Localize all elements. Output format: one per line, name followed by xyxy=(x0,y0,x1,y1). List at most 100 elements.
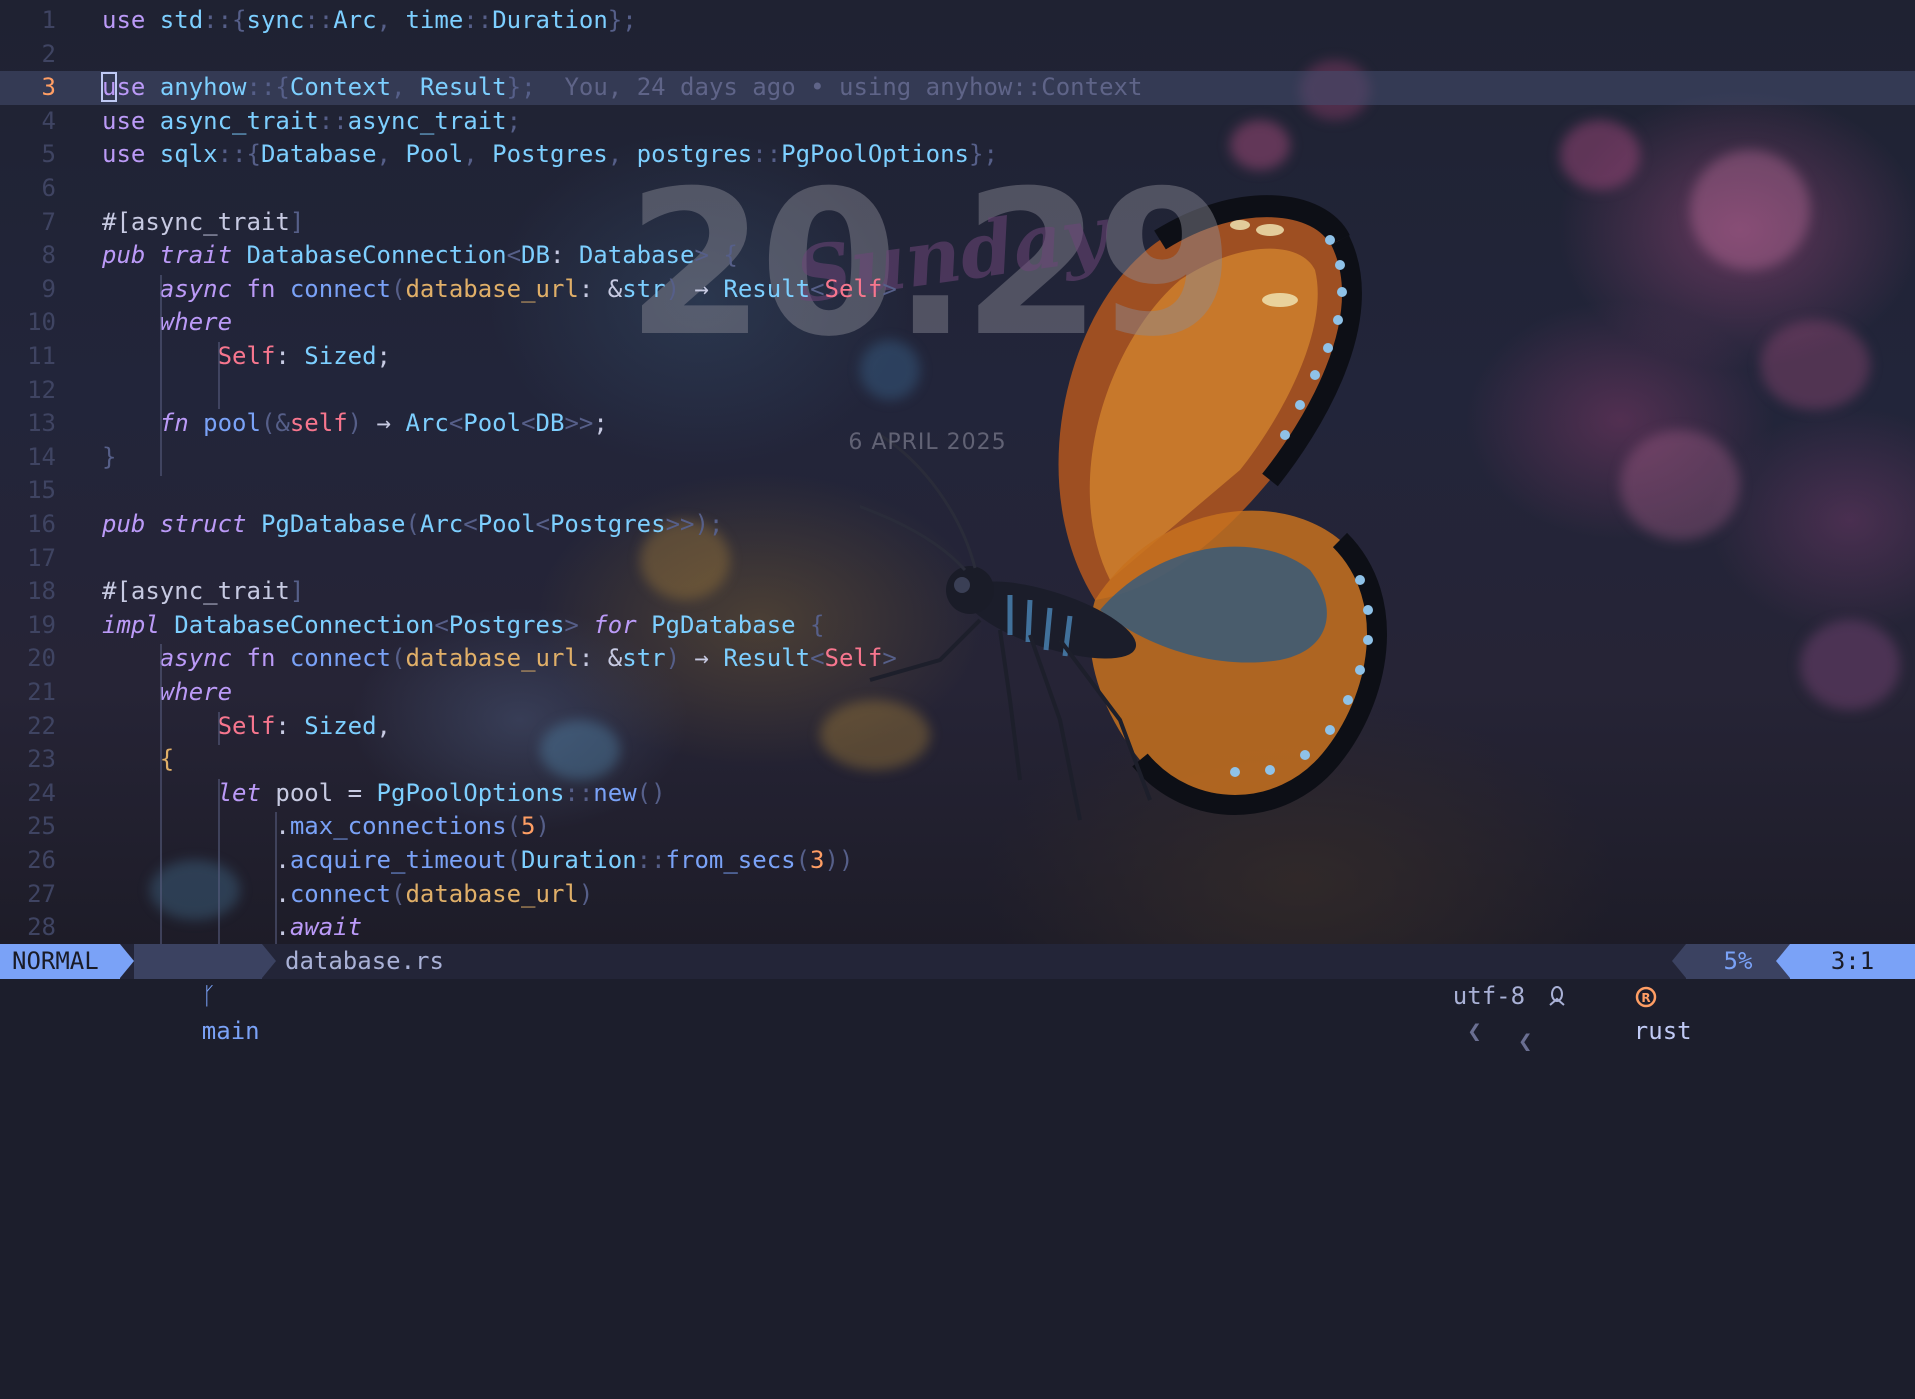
code-line[interactable]: 10 where xyxy=(0,306,1915,340)
line-number: 20 xyxy=(27,644,56,673)
line-number: 28 xyxy=(27,913,56,942)
code-line[interactable]: 26 .acquire_timeout(Duration::from_secs(… xyxy=(0,844,1915,878)
git-branch[interactable]: ᚴ main xyxy=(134,944,262,1045)
code-token: , xyxy=(376,140,406,169)
line-number: 7 xyxy=(41,207,56,236)
line-number: 13 xyxy=(27,409,56,438)
code-token: async_trait xyxy=(130,577,290,606)
code-text: let pool = PgPoolOptions::new() xyxy=(102,777,666,811)
code-text: #[async_trait] xyxy=(102,575,304,609)
code-text: Self: Sized; xyxy=(102,340,391,374)
code-token: for xyxy=(593,610,652,639)
code-line[interactable]: 27 .connect(database_url) xyxy=(0,878,1915,912)
line-number: 15 xyxy=(27,476,56,505)
code-line[interactable]: 28 .await xyxy=(0,911,1915,945)
code-token: : xyxy=(549,241,579,270)
code-token: ) xyxy=(578,879,594,908)
code-text: Self: Sized, xyxy=(102,710,391,744)
code-token: . xyxy=(102,812,290,841)
code-token: → xyxy=(694,644,724,673)
code-token: }; xyxy=(607,6,637,34)
code-text: use anyhow::{Context, Result}; You, 24 d… xyxy=(100,71,1142,105)
indent-guide xyxy=(217,342,220,410)
code-token: fn xyxy=(246,644,290,673)
code-text: #[async_trait] xyxy=(102,206,304,240)
code-token: DB xyxy=(535,409,565,438)
text-cursor: u xyxy=(100,72,118,103)
code-token: :: xyxy=(752,140,782,169)
code-line[interactable]: 22 Self: Sized, xyxy=(0,710,1915,744)
code-token: pool = xyxy=(275,778,377,807)
code-text: .max_connections(5) xyxy=(102,810,550,844)
code-line[interactable]: 12 xyxy=(0,374,1915,408)
code-token: anyhow xyxy=(159,73,247,102)
code-token: use xyxy=(102,140,160,169)
code-line[interactable]: 15 xyxy=(0,474,1915,508)
code-line[interactable]: 13 fn pool(&self) → Arc<Pool<DB>>; xyxy=(0,407,1915,441)
code-line[interactable]: 16 pub struct PgDatabase(Arc<Pool<Postgre… xyxy=(0,508,1915,542)
code-line[interactable]: 6 xyxy=(0,172,1915,206)
code-token: ] xyxy=(289,577,305,606)
code-line[interactable]: 4 use async_trait::async_trait; xyxy=(0,105,1915,139)
code-token: Pool xyxy=(405,140,464,169)
code-token: Database xyxy=(260,140,377,169)
code-token: connect xyxy=(289,644,392,673)
code-token: . xyxy=(102,913,290,942)
code-token: DatabaseConnection xyxy=(174,610,435,639)
code-token: < xyxy=(535,510,550,538)
code-line[interactable]: 24 let pool = PgPoolOptions::new() xyxy=(0,777,1915,811)
code-token: < xyxy=(463,510,478,538)
code-line[interactable]: 7 #[async_trait] xyxy=(0,206,1915,240)
code-token: < xyxy=(506,241,522,270)
code-token: PgDatabase xyxy=(651,610,796,639)
code-token: connect xyxy=(289,274,392,303)
scroll-percent: 5% xyxy=(1686,944,1790,979)
code-token: Self xyxy=(824,644,883,673)
code-line[interactable]: 3 use anyhow::{Context, Result}; You, 24 … xyxy=(0,71,1915,105)
code-line[interactable]: 25 .max_connections(5) xyxy=(0,810,1915,844)
code-token: pub xyxy=(102,241,160,270)
code-token: >> xyxy=(564,409,594,438)
code-line[interactable]: 23 { xyxy=(0,743,1915,777)
code-line[interactable]: 17 xyxy=(0,542,1915,576)
code-line[interactable]: 8 pub trait DatabaseConnection<DB: Databa… xyxy=(0,239,1915,273)
code-editor[interactable]: 1 use std::{sync::Arc, time::Duration}; 2 3… xyxy=(0,4,1915,947)
git-branch-name: main xyxy=(201,1017,260,1045)
code-line[interactable]: 9 async fn connect(database_url: &str) →… xyxy=(0,273,1915,307)
code-token: (& xyxy=(260,409,290,438)
code-token: Result xyxy=(419,73,507,102)
code-token: struct xyxy=(159,510,261,538)
code-token: > { xyxy=(694,241,738,270)
code-token: } xyxy=(102,442,117,471)
linux-icon: ❮ xyxy=(1488,944,1568,1055)
code-line[interactable]: 2 xyxy=(0,38,1915,72)
code-token: >>); xyxy=(665,510,724,538)
line-number: 6 xyxy=(41,174,56,202)
code-token: Sized xyxy=(304,342,377,370)
code-line[interactable]: 18 #[async_trait] xyxy=(0,575,1915,609)
code-line[interactable]: 11 Self: Sized; xyxy=(0,340,1915,374)
position-separator xyxy=(1776,944,1790,978)
indent-guide xyxy=(159,644,162,947)
code-token: ( xyxy=(506,846,522,874)
code-line[interactable]: 19 impl DatabaseConnection<Postgres> for … xyxy=(0,609,1915,643)
code-line[interactable]: 20 async fn connect(database_url: &str) … xyxy=(0,642,1915,676)
code-token: database_url xyxy=(405,879,579,908)
code-line[interactable]: 5 use sqlx::{Database, Pool, Postgres, po… xyxy=(0,138,1915,172)
code-token: }; xyxy=(969,140,998,169)
code-token: Database xyxy=(578,241,695,270)
code-line[interactable]: 21 where xyxy=(0,676,1915,710)
code-token: < xyxy=(521,409,536,438)
code-token: Arc xyxy=(333,6,377,34)
line-number: 8 xyxy=(41,241,56,270)
code-token: > xyxy=(882,274,897,303)
code-text: pub trait DatabaseConnection<DB: Databas… xyxy=(102,239,738,273)
code-token: )) xyxy=(824,846,854,874)
code-line[interactable]: 1 use std::{sync::Arc, time::Duration}; xyxy=(0,4,1915,38)
code-line[interactable]: 14} xyxy=(0,441,1915,475)
code-text: where xyxy=(102,306,232,340)
